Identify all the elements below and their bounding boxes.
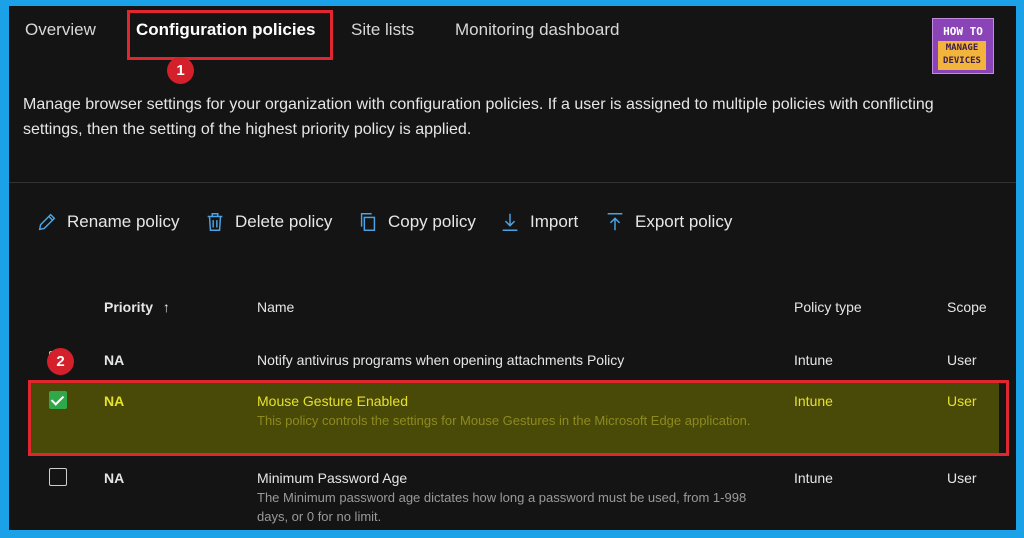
row-priority: NA	[104, 352, 125, 368]
row-scope: User	[947, 352, 977, 368]
column-header-policy-type[interactable]: Policy type	[794, 299, 862, 315]
row-policy-name[interactable]: Notify antivirus programs when opening a…	[257, 352, 624, 368]
download-icon	[502, 213, 518, 231]
logo-text-manage: MANAGE	[945, 43, 979, 53]
copy-policy-button[interactable]: Copy policy	[357, 211, 476, 233]
rename-policy-button[interactable]: Rename policy	[36, 211, 179, 233]
row-scope: User	[947, 470, 977, 486]
column-header-scope[interactable]: Scope	[947, 299, 987, 315]
page-description: Manage browser settings for your organiz…	[23, 96, 934, 138]
pencil-icon	[38, 213, 56, 231]
trash-icon	[207, 213, 223, 231]
column-header-priority[interactable]: Priority ↑	[104, 299, 170, 315]
row-priority: NA	[104, 470, 125, 486]
export-policy-button[interactable]: Export policy	[604, 211, 732, 233]
page-frame: Overview Configuration policies Site lis…	[9, 6, 1016, 530]
logo-text-top: HOW TO	[943, 25, 983, 38]
upload-icon	[607, 213, 623, 231]
import-button[interactable]: Import	[499, 211, 578, 233]
logo-text-devices: DEVICES	[943, 56, 981, 66]
copy-policy-label: Copy policy	[388, 212, 476, 231]
row-policy-type: Intune	[794, 470, 833, 486]
annotation-badge-1: 1	[167, 57, 194, 84]
column-header-name[interactable]: Name	[257, 299, 294, 315]
row-policy-description: The Minimum password age dictates how lo…	[257, 490, 747, 524]
table-row[interactable]: NA Notify antivirus programs when openin…	[29, 342, 999, 382]
annotation-badge-2: 2	[47, 348, 74, 375]
section-divider	[9, 182, 1016, 183]
row-policy-type: Intune	[794, 352, 833, 368]
tab-monitoring-dashboard[interactable]: Monitoring dashboard	[455, 20, 619, 40]
import-label: Import	[530, 212, 579, 231]
logo-text-box: MANAGE DEVICES	[938, 41, 986, 70]
row-policy-name[interactable]: Minimum Password Age	[257, 470, 407, 486]
delete-policy-button[interactable]: Delete policy	[204, 211, 332, 233]
row-checkbox[interactable]	[49, 468, 67, 486]
table-row[interactable]: NA Minimum Password Age The Minimum pass…	[29, 460, 999, 530]
export-policy-label: Export policy	[635, 212, 733, 231]
copy-icon	[360, 213, 376, 231]
delete-policy-label: Delete policy	[235, 212, 333, 231]
sort-ascending-icon: ↑	[162, 299, 170, 315]
priority-header-label: Priority	[104, 299, 154, 315]
brand-logo: HOW TO MANAGE DEVICES	[932, 18, 994, 74]
annotation-highlight-tab	[127, 10, 333, 60]
tab-overview[interactable]: Overview	[25, 20, 96, 40]
tab-site-lists[interactable]: Site lists	[351, 20, 414, 40]
rename-policy-label: Rename policy	[67, 212, 180, 231]
annotation-highlight-row	[28, 380, 1009, 456]
